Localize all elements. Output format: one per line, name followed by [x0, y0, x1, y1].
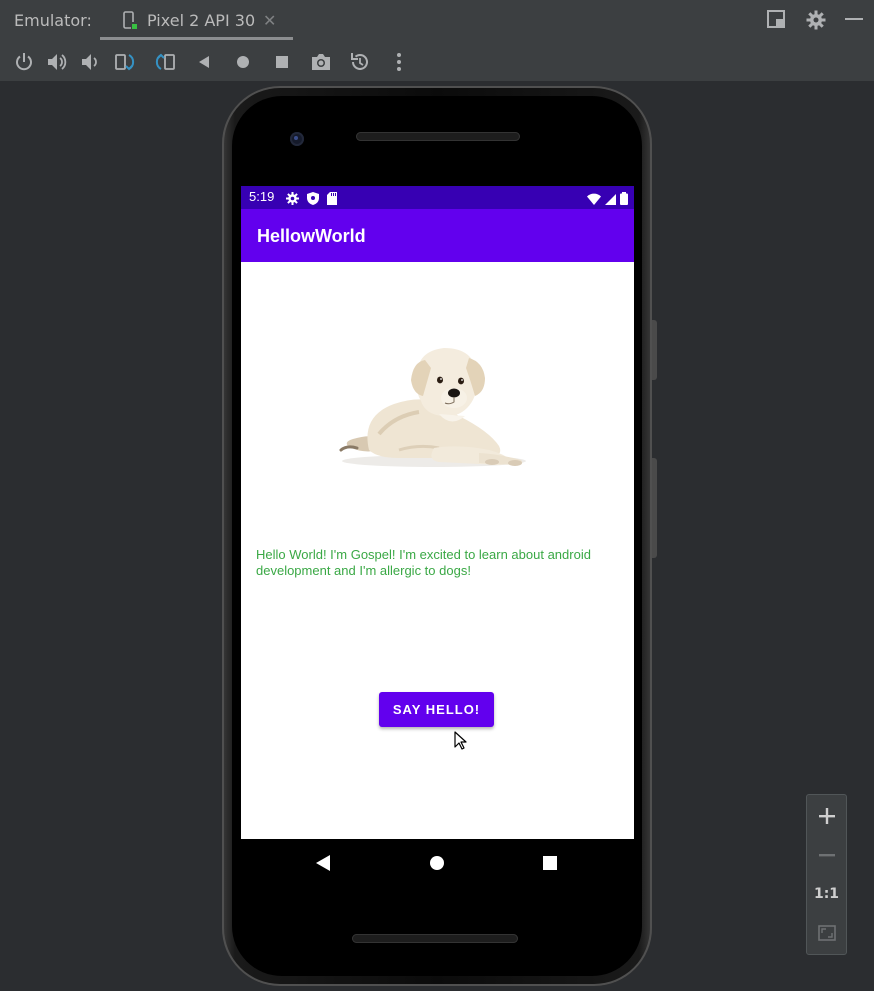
status-time: 5:19 [249, 189, 275, 204]
zoom-fit-icon[interactable] [807, 914, 846, 952]
screenshot-icon[interactable] [309, 50, 333, 74]
zoom-actual-size-button[interactable]: 1:1 [807, 875, 846, 913]
say-hello-button[interactable]: SAY HELLO! [379, 692, 494, 727]
emulator-title-bar: Emulator: Pixel 2 API 30 ✕ [0, 0, 874, 42]
device-screen: 5:19 HellowWorld Hello World! I'm Gospel… [241, 186, 634, 839]
volume-down-icon[interactable] [79, 50, 103, 74]
home-icon[interactable] [231, 50, 255, 74]
tab-title: Pixel 2 API 30 [147, 11, 256, 30]
overview-icon[interactable] [270, 50, 294, 74]
gear-icon[interactable] [806, 10, 826, 34]
rotate-right-icon[interactable] [153, 50, 177, 74]
nav-back-icon[interactable] [311, 851, 335, 875]
status-right-icons [587, 190, 628, 209]
settings-icon [286, 190, 299, 209]
volume-up-icon[interactable] [46, 50, 70, 74]
window-layout-icon[interactable] [767, 10, 785, 32]
status-bar: 5:19 [241, 186, 634, 209]
snapshot-icon[interactable] [348, 50, 372, 74]
rotate-left-icon[interactable] [113, 50, 137, 74]
emulator-toolbar [0, 42, 874, 82]
app-bar: HellowWorld [241, 209, 634, 262]
signal-icon [605, 190, 616, 209]
more-icon[interactable] [387, 50, 411, 74]
nav-home-icon[interactable] [425, 851, 449, 875]
bottom-speaker [352, 934, 518, 943]
hello-message: Hello World! I'm Gospel! I'm excited to … [256, 547, 591, 578]
zoom-panel: 1:1 [806, 794, 847, 955]
nav-overview-icon[interactable] [538, 851, 562, 875]
sd-card-icon [327, 190, 337, 209]
emulator-label: Emulator: [14, 11, 92, 30]
mouse-cursor-icon [454, 731, 467, 750]
zoom-out-icon[interactable] [807, 836, 846, 874]
back-icon[interactable] [192, 50, 216, 74]
dog-image [339, 348, 526, 467]
shield-icon [307, 190, 319, 209]
tab-pixel-2-api-30[interactable]: Pixel 2 API 30 ✕ [100, 0, 293, 42]
close-icon[interactable]: ✕ [263, 11, 276, 30]
top-speaker [356, 132, 520, 141]
navigation-bar [241, 839, 634, 885]
minimize-icon[interactable] [845, 10, 863, 32]
device-icon [122, 11, 138, 35]
zoom-in-icon[interactable] [807, 797, 846, 835]
wifi-icon [587, 190, 601, 209]
tab-underline [100, 37, 293, 40]
power-icon[interactable] [12, 50, 36, 74]
status-left-icons [286, 190, 337, 209]
app-title: HellowWorld [257, 226, 366, 246]
front-camera [290, 132, 304, 146]
battery-icon [620, 190, 628, 209]
